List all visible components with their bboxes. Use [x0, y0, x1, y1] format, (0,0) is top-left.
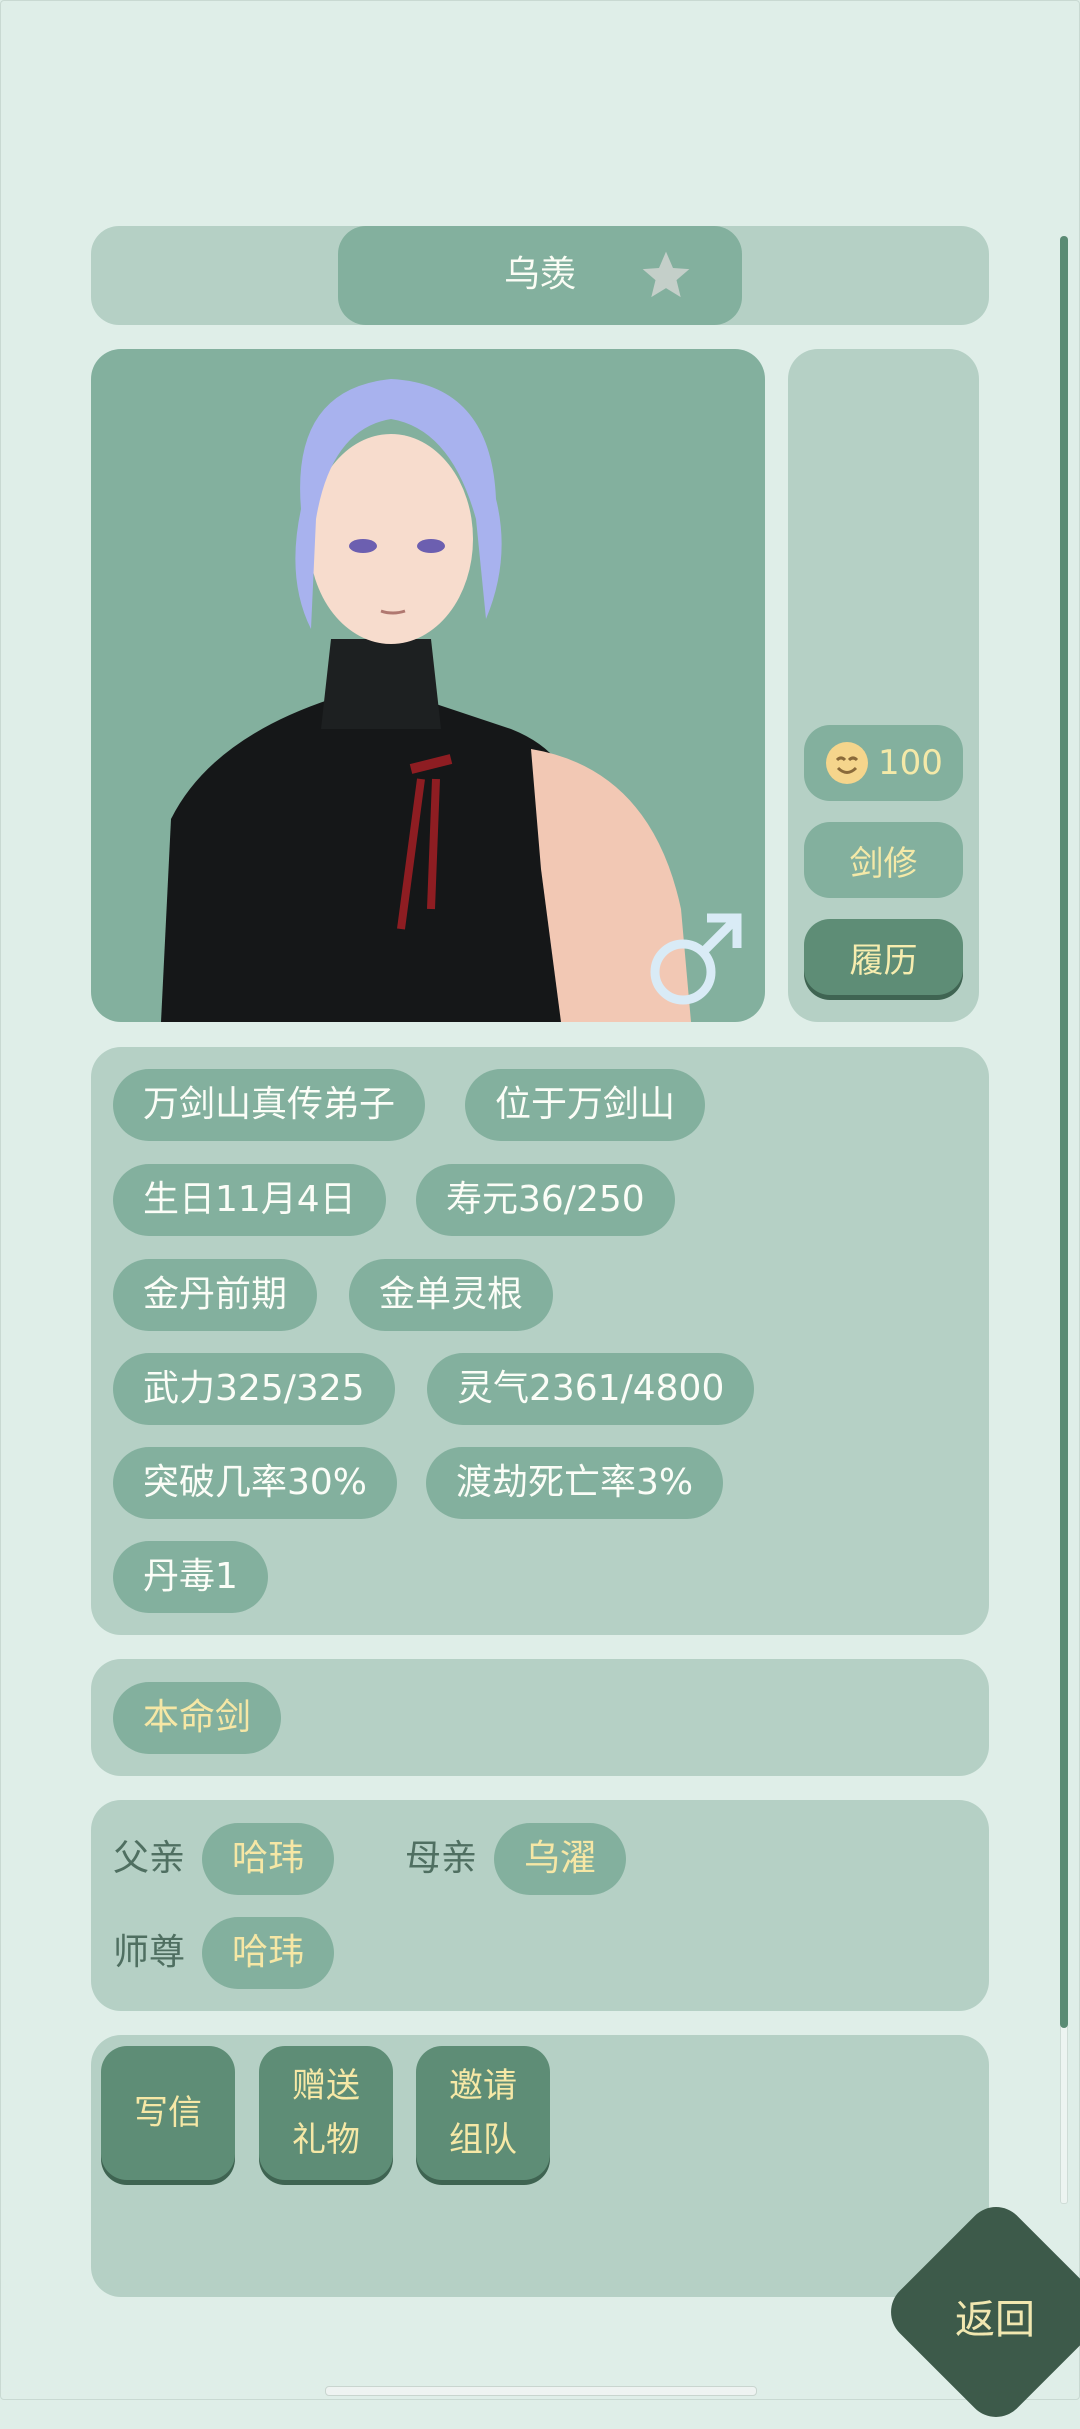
weapon-button[interactable]: 本命剑 — [113, 1682, 282, 1754]
invite-team-label: 邀请 组队 — [449, 2059, 517, 2167]
write-letter-label: 写信 — [134, 2093, 202, 2133]
mood-value: 100 — [878, 743, 943, 783]
character-name: 乌羡 — [503, 254, 576, 295]
master-name-button[interactable]: 哈玮 — [202, 1917, 335, 1989]
class-button[interactable]: 剑修 — [804, 822, 963, 898]
father-label: 父亲 — [113, 1838, 186, 1879]
tag-qi: 灵气2361/4800 — [427, 1353, 755, 1425]
master-label: 师尊 — [113, 1932, 186, 1973]
father-name-button[interactable]: 哈玮 — [202, 1823, 335, 1895]
tag-force: 武力325/325 — [113, 1353, 395, 1425]
tag-realm: 金丹前期 — [113, 1259, 318, 1331]
tag-lifespan: 寿元36/250 — [416, 1164, 675, 1236]
tag-spirit-root: 金单灵根 — [349, 1259, 554, 1331]
tag-location: 位于万剑山 — [465, 1069, 706, 1141]
star-icon[interactable] — [638, 247, 694, 303]
tag-breakthrough-rate: 突破几率30% — [113, 1447, 398, 1519]
tag-tribulation-death-rate: 渡劫死亡率3% — [426, 1447, 724, 1519]
invite-team-line1: 邀请 — [449, 2066, 517, 2106]
mood-indicator: 100 — [804, 725, 963, 801]
home-indicator[interactable] — [325, 2386, 757, 2396]
write-letter-button[interactable]: 写信 — [101, 2046, 235, 2180]
tag-sect-rank: 万剑山真传弟子 — [113, 1069, 426, 1141]
tag-birthday: 生日11月4日 — [113, 1164, 386, 1236]
send-gift-line1: 赠送 — [292, 2066, 360, 2106]
scrollbar-thumb[interactable] — [1060, 236, 1068, 2028]
back-label[interactable]: 返回 — [940, 2290, 1050, 2350]
mother-label: 母亲 — [405, 1838, 478, 1879]
tag-pill-toxicity: 丹毒1 — [113, 1541, 268, 1613]
mother-name-button[interactable]: 乌濯 — [494, 1823, 627, 1895]
send-gift-button[interactable]: 赠送 礼物 — [259, 2046, 393, 2180]
smiley-face-icon — [826, 742, 869, 784]
invite-team-button[interactable]: 邀请 组队 — [416, 2046, 550, 2180]
male-symbol-icon — [650, 913, 742, 1005]
send-gift-label: 赠送 礼物 — [292, 2059, 360, 2167]
send-gift-line2: 礼物 — [292, 2120, 360, 2160]
resume-button[interactable]: 履历 — [804, 919, 963, 995]
character-portrait — [91, 349, 765, 1022]
invite-team-line2: 组队 — [449, 2120, 517, 2160]
